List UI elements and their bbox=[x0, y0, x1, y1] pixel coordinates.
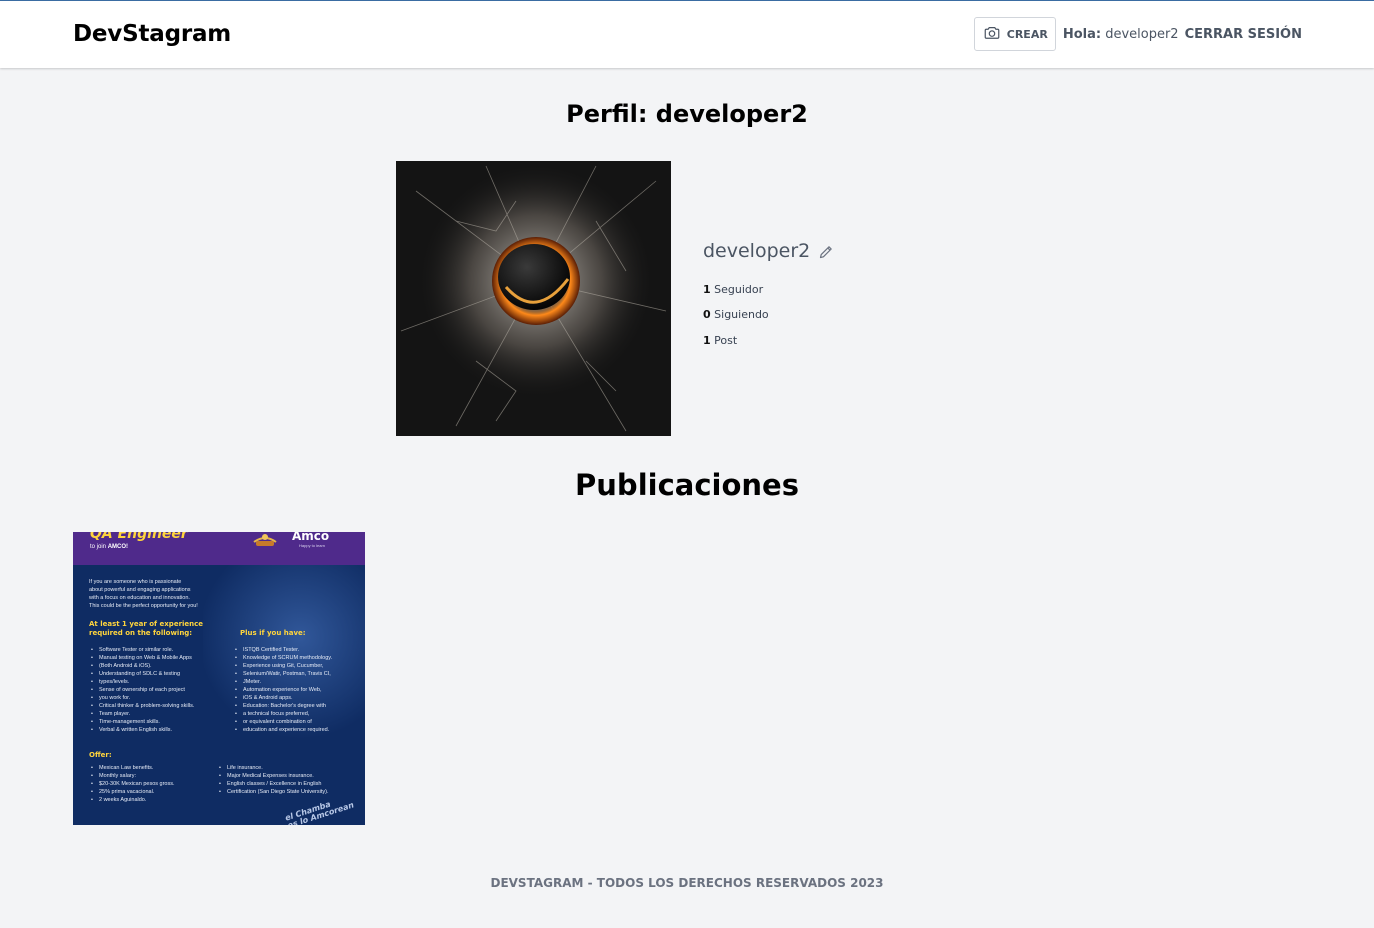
page-footer: DEVSTAGRAM - TODOS LOS DERECHOS RESERVAD… bbox=[490, 876, 884, 890]
post-image-requirements: Software Tester or similar role. Manual … bbox=[91, 646, 194, 734]
following-label: Siguiendo bbox=[714, 308, 769, 321]
greeting: Hola: developer2 bbox=[1063, 27, 1179, 42]
followers-label: Seguidor bbox=[714, 283, 764, 296]
user-nav: CREAR Hola: developer2 CERRAR SESIÓN bbox=[973, 17, 1302, 51]
post-thumbnail[interactable]: QA Engineer to join AMCO! Amco Happy to … bbox=[73, 532, 365, 825]
post-image-plus-heading: Plus if you have: bbox=[240, 629, 306, 637]
posts-stat: 1 Post bbox=[703, 334, 737, 347]
posts-count: 1 bbox=[703, 334, 711, 347]
posts-section-title: Publicaciones bbox=[575, 468, 799, 502]
post-image-offer-right: Life insurance. Major Medical Expenses i… bbox=[219, 764, 328, 796]
logout-button[interactable]: CERRAR SESIÓN bbox=[1185, 27, 1302, 42]
post-image-company: Amco bbox=[292, 532, 330, 543]
page-title: Perfil: developer2 bbox=[566, 100, 808, 128]
profile-info: developer2 1 Seguidor 0 Siguiendo 1 Post bbox=[703, 240, 834, 347]
post-image-stamp: el Chamba es lo Amcorean bbox=[283, 799, 356, 825]
following-count: 0 bbox=[703, 308, 711, 321]
profile-avatar bbox=[396, 161, 671, 436]
profile-username-row: developer2 bbox=[703, 240, 834, 262]
followers-stat: 1 Seguidor bbox=[703, 283, 763, 296]
post-image-intro: If you are someone who is passionate abo… bbox=[89, 579, 198, 609]
posts-label: Post bbox=[714, 334, 738, 347]
camera-icon bbox=[983, 24, 1001, 45]
post-image-headline: QA Engineer bbox=[90, 532, 188, 542]
profile-username: developer2 bbox=[703, 240, 811, 262]
post-image-company-tagline: Happy to learn bbox=[299, 543, 326, 548]
post-image-join: to join AMCO! bbox=[90, 544, 129, 550]
pencil-icon[interactable] bbox=[818, 243, 834, 259]
post-image-offer-heading: Offer: bbox=[89, 751, 112, 759]
greeting-label: Hola: bbox=[1062, 26, 1102, 42]
post-image-requirements-heading: At least 1 year of experience required o… bbox=[89, 620, 204, 637]
create-post-label: CREAR bbox=[1006, 27, 1048, 41]
post-image-offer-left: Mexican Law benefits. Monthly salary: $2… bbox=[91, 764, 175, 804]
post-image-badge-icon bbox=[250, 532, 280, 549]
post-image-plus-list: ISTQB Certified Tester. Knowledge of SCR… bbox=[235, 646, 332, 734]
followers-count: 1 bbox=[703, 283, 711, 296]
following-stat: 0 Siguiendo bbox=[703, 308, 769, 321]
top-navbar: DevStagram CREAR Hola: developer2 CERRAR… bbox=[0, 1, 1374, 68]
greeting-username: developer2 bbox=[1105, 26, 1179, 42]
create-post-button[interactable]: CREAR bbox=[973, 17, 1056, 51]
app-logo[interactable]: DevStagram bbox=[73, 21, 231, 47]
